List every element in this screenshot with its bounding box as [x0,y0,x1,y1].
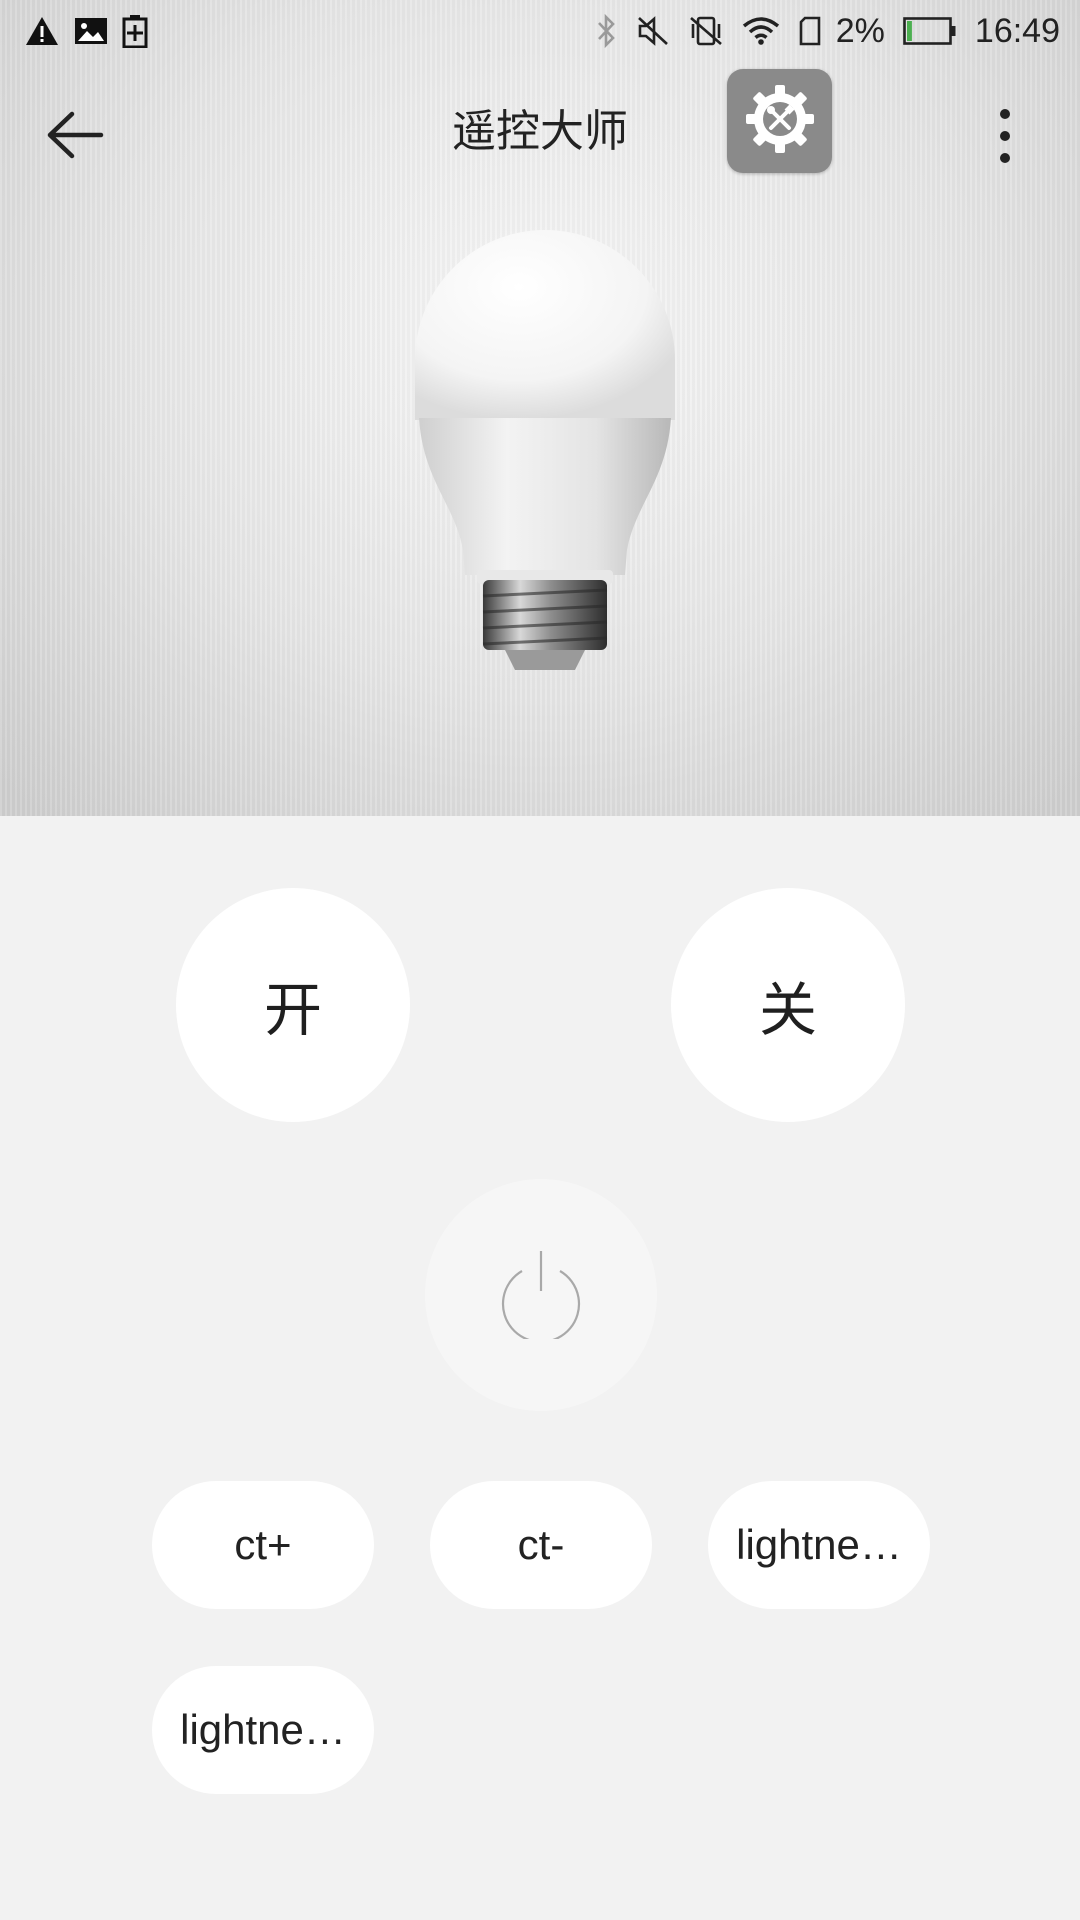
more-vert-icon [998,107,1012,169]
clock: 16:49 [974,11,1060,50]
battery-percentage: 2% [835,11,885,50]
more-options-button[interactable] [975,98,1035,178]
remote-panel: 开 关 ct+ ct- lightne… lightne… [0,816,1080,1920]
settings-button[interactable] [727,69,832,173]
on-button[interactable]: 开 [176,888,410,1122]
ct-plus-label: ct+ [234,1521,292,1568]
app-bar: 遥控大师 [0,62,1080,204]
page-title: 遥控大师 [452,106,628,157]
lightness-2-label: lightne… [180,1706,346,1753]
settings-tools-icon [742,81,818,161]
image-icon [74,16,108,46]
status-left [24,14,148,48]
battery-icon [903,17,957,45]
light-bulb-image [405,230,685,680]
bluetooth-icon [594,14,618,48]
on-button-label: 开 [263,976,322,1044]
back-arrow-icon [46,110,104,164]
lightness-1-label: lightne… [736,1521,902,1568]
ct-plus-button[interactable]: ct+ [152,1481,374,1609]
power-icon [496,1247,586,1343]
lightness-button-1[interactable]: lightne… [708,1481,930,1609]
ct-minus-button[interactable]: ct- [430,1481,652,1609]
vibrate-off-icon [688,15,724,47]
back-button[interactable] [40,102,110,172]
warning-icon [24,15,60,47]
status-bar: 2% 16:49 [0,0,1080,62]
off-button[interactable]: 关 [671,888,905,1122]
power-button[interactable] [425,1179,657,1411]
status-right: 2% 16:49 [590,12,1060,51]
battery-saver-icon [122,14,148,48]
lightness-button-2[interactable]: lightne… [152,1666,374,1794]
mute-icon [636,15,670,47]
sim-icon [798,16,822,46]
wifi-icon [742,16,780,46]
off-button-label: 关 [758,976,817,1044]
ct-minus-label: ct- [517,1521,565,1568]
device-hero: 2% 16:49 遥控大师 [0,0,1080,816]
